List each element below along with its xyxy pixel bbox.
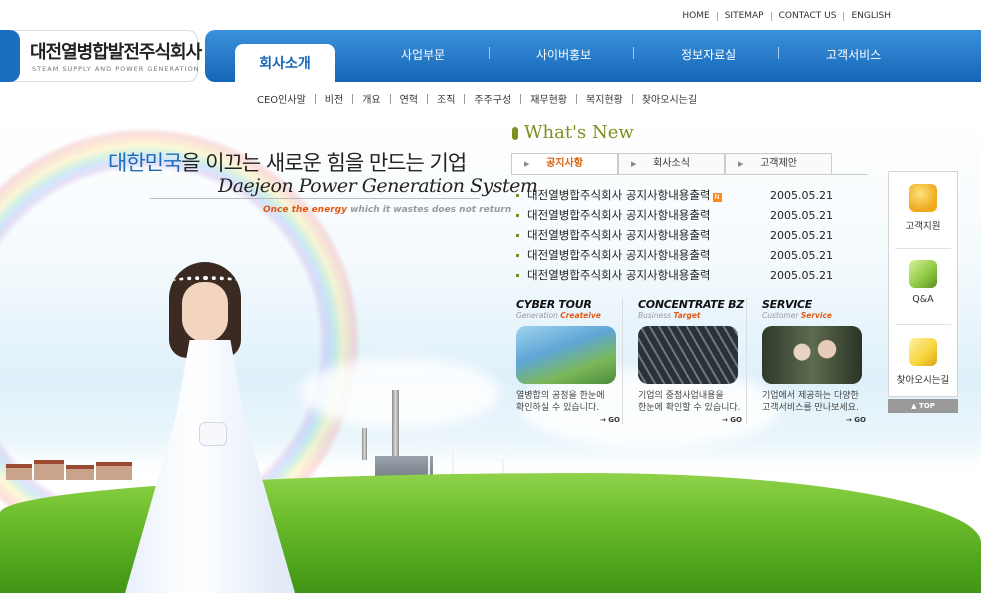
subnav-overview[interactable]: 개요 [353,91,389,106]
news-title: 대전열병합주식회사 공지사항내용출력 [527,248,711,262]
news-date: 2005.05.21 [770,188,833,202]
girl-photo [125,262,295,593]
chimney [392,390,399,460]
hero-slogan-korean: 대한민국을 이끄는 새로운 힘을 만드는 기업 [108,151,467,175]
tab-company-news[interactable]: ▶ 회사소식 [618,153,725,174]
feature-title: CYBER TOUR [516,298,592,311]
feature-title: SERVICE [762,298,812,311]
english-link[interactable]: ENGLISH [844,11,898,21]
subnav-finance[interactable]: 재무현황 [521,91,576,106]
nav-resources[interactable]: 정보자료실 [681,46,736,63]
concentrate-bz-thumbnail[interactable] [638,326,738,384]
go-button[interactable]: → GO [722,416,742,424]
bullet-icon [516,273,519,277]
subnav-directions[interactable]: 찾아오시는길 [633,91,706,106]
nav-business[interactable]: 사업부문 [401,46,445,63]
quick-qna[interactable]: Q&A [889,260,957,305]
divider [622,298,623,424]
question-icon [909,260,937,288]
tab-notice[interactable]: ▶ 공지사항 [511,153,618,174]
sub-nav: CEO인사말 비전 개요 연혁 조직 주주구성 재무현황 복지현황 찾아오시는길 [257,91,706,106]
subnav-vision[interactable]: 비전 [316,91,352,106]
nav-customer-service[interactable]: 고객서비스 [826,46,881,63]
divider [150,198,480,199]
news-date: 2005.05.21 [770,248,833,262]
feature-service[interactable]: SERVICE Customer Service 기업에서 제공하는 다양한 고객… [762,298,880,424]
divider [746,298,747,424]
cyber-tour-thumbnail[interactable] [516,326,616,384]
contact-us-link[interactable]: CONTACT US [772,11,844,21]
news-date: 2005.05.21 [770,208,833,222]
nav-company-intro[interactable]: 회사소개 [235,44,335,84]
hero-slogan-english: Daejeon Power Generation System [218,175,538,197]
service-thumbnail[interactable] [762,326,862,384]
news-title: 대전열병합주식회사 공지사항내용출력 N [527,188,722,202]
subnav-welfare[interactable]: 복지현황 [577,91,632,106]
map-icon [909,338,937,366]
go-button[interactable]: → GO [600,416,620,424]
news-list: 대전열병합주식회사 공지사항내용출력 N 2005.05.21 대전열병합주식회사… [516,185,856,285]
cloud [300,358,500,428]
go-button[interactable]: → GO [846,416,866,424]
quick-customer-support[interactable]: 고객지원 [889,184,957,232]
news-date: 2005.05.21 [770,268,833,282]
feature-title: CONCENTRATE BZ [638,298,744,311]
tab-underline [511,174,868,175]
company-logo-subtitle: STEAM SUPPLY AND POWER GENERATION [32,65,200,73]
bullet-icon [516,193,519,197]
quick-directions[interactable]: 찾아오시는길 [889,338,957,386]
news-tabs: ▶ 공지사항 ▶ 회사소식 ▶ 고객제안 [511,153,832,174]
utility-nav: HOME SITEMAP CONTACT US ENGLISH [675,11,898,21]
sitemap-link[interactable]: SITEMAP [718,11,771,21]
feature-description: 열병합의 공정을 한눈에 확인하실 수 있습니다. [516,391,605,413]
home-link[interactable]: HOME [675,11,716,21]
feature-cyber-tour[interactable]: CYBER TOUR Generation Createive 열병합의 공정을… [516,298,634,424]
hero-tagline: Once the energy which it wastes does not… [263,205,512,215]
list-item[interactable]: 대전열병합주식회사 공지사항내용출력 N 2005.05.21 [516,185,856,205]
subnav-ceo[interactable]: CEO인사말 [257,91,315,106]
feature-subtitle: Customer Service [762,311,833,320]
company-logo[interactable]: 대전열병합발전주식회사 [30,38,202,64]
list-item[interactable]: 대전열병합주식회사 공지사항내용출력 2005.05.21 [516,225,856,245]
arrow-right-icon: ▶ [738,160,744,168]
logo-accent [0,30,20,82]
bullet-icon [516,233,519,237]
whats-new-title: What's New [524,122,634,143]
feature-description: 기업에서 제공하는 다양한 고객서비스를 만나보세요. [762,391,859,413]
feature-subtitle: Business Target [638,311,701,320]
chimney [362,428,367,460]
list-item[interactable]: 대전열병합주식회사 공지사항내용출력 2005.05.21 [516,205,856,225]
arrow-right-icon: ▶ [524,160,530,168]
quick-menu: 고객지원 Q&A 찾아오시는길 [888,171,958,397]
bullet-icon [516,253,519,257]
nav-cyber-pr[interactable]: 사이버홍보 [536,46,591,63]
gift-icon [909,184,937,212]
list-item[interactable]: 대전열병합주식회사 공지사항내용출력 2005.05.21 [516,245,856,265]
news-title: 대전열병합주식회사 공지사항내용출력 [527,228,711,242]
news-title: 대전열병합주식회사 공지사항내용출력 [527,268,711,282]
list-item[interactable]: 대전열병합주식회사 공지사항내용출력 2005.05.21 [516,265,856,285]
bullet-icon [516,213,519,217]
tab-customer-proposal[interactable]: ▶ 고객제안 [725,153,832,174]
new-badge-icon: N [712,193,722,202]
subnav-history[interactable]: 연혁 [391,91,427,106]
news-date: 2005.05.21 [770,228,833,242]
feature-description: 기업의 중점사업내용을 한눈에 확인할 수 있습니다. [638,391,741,413]
subnav-shareholders[interactable]: 주주구성 [465,91,520,106]
section-bullet-icon [512,127,518,140]
feature-subtitle: Generation Createive [516,311,601,320]
arrow-right-icon: ▶ [631,160,637,168]
subnav-organization[interactable]: 조직 [428,91,464,106]
scroll-top-button[interactable]: ▲ TOP [888,399,958,413]
news-title: 대전열병합주식회사 공지사항내용출력 [527,208,711,222]
feature-concentrate-bz[interactable]: CONCENTRATE BZ Business Target 기업의 중점사업내… [638,298,756,424]
